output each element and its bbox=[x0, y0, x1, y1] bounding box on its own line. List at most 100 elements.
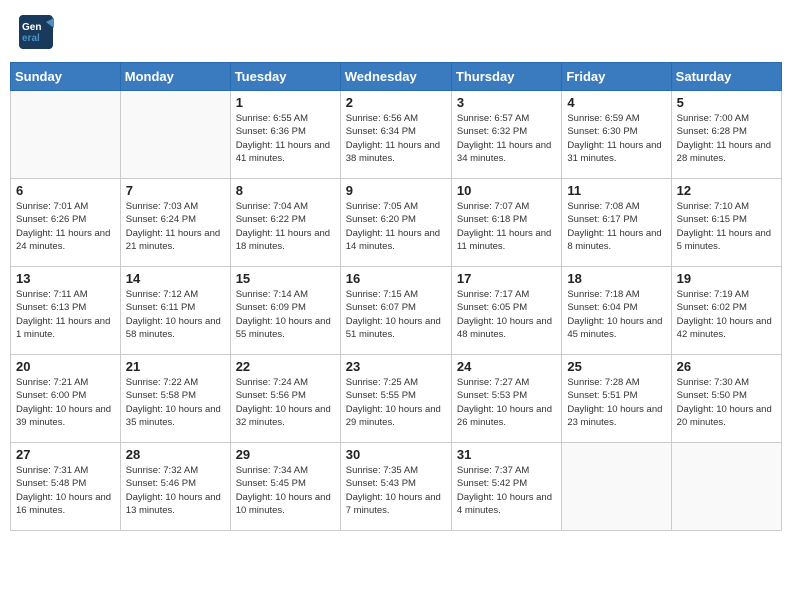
calendar-cell: 1 Sunrise: 6:55 AM Sunset: 6:36 PM Daylig… bbox=[230, 91, 340, 179]
day-number: 25 bbox=[567, 359, 665, 374]
calendar-table: SundayMondayTuesdayWednesdayThursdayFrid… bbox=[10, 62, 782, 531]
day-info: Sunrise: 7:28 AM Sunset: 5:51 PM Dayligh… bbox=[567, 376, 665, 429]
calendar-cell: 18 Sunrise: 7:18 AM Sunset: 6:04 PM Dayli… bbox=[562, 267, 671, 355]
svg-text:eral: eral bbox=[22, 33, 40, 44]
logo-icon: Gen eral bbox=[18, 14, 54, 50]
day-info: Sunrise: 7:01 AM Sunset: 6:26 PM Dayligh… bbox=[16, 200, 115, 253]
calendar-cell: 23Sunrise: 7:25 AM Sunset: 5:55 PM Dayli… bbox=[340, 355, 451, 443]
day-of-week-header: Tuesday bbox=[230, 63, 340, 91]
calendar-cell: 2Sunrise: 6:56 AM Sunset: 6:34 PM Daylig… bbox=[340, 91, 451, 179]
calendar-cell: 6Sunrise: 7:01 AM Sunset: 6:26 PM Daylig… bbox=[11, 179, 121, 267]
calendar-cell: 16 Sunrise: 7:15 AM Sunset: 6:07 PM Dayli… bbox=[340, 267, 451, 355]
day-number: 15 bbox=[236, 271, 335, 286]
day-number: 27 bbox=[16, 447, 115, 462]
day-number: 24 bbox=[457, 359, 556, 374]
day-number: 1 bbox=[236, 95, 335, 110]
calendar-week-row: 6Sunrise: 7:01 AM Sunset: 6:26 PM Daylig… bbox=[11, 179, 782, 267]
calendar-cell: 14 Sunrise: 7:12 AM Sunset: 6:11 PM Dayli… bbox=[120, 267, 230, 355]
calendar-week-row: 20 Sunrise: 7:21 AM Sunset: 6:00 PM Dayli… bbox=[11, 355, 782, 443]
calendar-cell: 13 Sunrise: 7:11 AM Sunset: 6:13 PM Dayli… bbox=[11, 267, 121, 355]
day-info: Sunrise: 7:15 AM Sunset: 6:07 PM Dayligh… bbox=[346, 288, 446, 341]
day-of-week-header: Saturday bbox=[671, 63, 781, 91]
day-number: 26 bbox=[677, 359, 776, 374]
day-number: 14 bbox=[126, 271, 225, 286]
day-info: Sunrise: 7:03 AM Sunset: 6:24 PM Dayligh… bbox=[126, 200, 225, 253]
day-number: 28 bbox=[126, 447, 225, 462]
day-number: 4 bbox=[567, 95, 665, 110]
day-info: Sunrise: 7:04 AM Sunset: 6:22 PM Dayligh… bbox=[236, 200, 335, 253]
calendar-week-row: 27 Sunrise: 7:31 AM Sunset: 5:48 PM Dayli… bbox=[11, 443, 782, 531]
day-number: 23 bbox=[346, 359, 446, 374]
day-number: 29 bbox=[236, 447, 335, 462]
calendar-week-row: 1 Sunrise: 6:55 AM Sunset: 6:36 PM Daylig… bbox=[11, 91, 782, 179]
calendar-cell: 8 Sunrise: 7:04 AM Sunset: 6:22 PM Daylig… bbox=[230, 179, 340, 267]
calendar-cell: 27 Sunrise: 7:31 AM Sunset: 5:48 PM Dayli… bbox=[11, 443, 121, 531]
day-info: Sunrise: 7:21 AM Sunset: 6:00 PM Dayligh… bbox=[16, 376, 115, 429]
page-header: Gen eral bbox=[10, 10, 782, 54]
day-number: 7 bbox=[126, 183, 225, 198]
day-info: Sunrise: 7:18 AM Sunset: 6:04 PM Dayligh… bbox=[567, 288, 665, 341]
day-info: Sunrise: 7:35 AM Sunset: 5:43 PM Dayligh… bbox=[346, 464, 446, 517]
day-info: Sunrise: 6:59 AM Sunset: 6:30 PM Dayligh… bbox=[567, 112, 665, 165]
svg-text:Gen: Gen bbox=[22, 22, 41, 33]
day-number: 17 bbox=[457, 271, 556, 286]
day-number: 5 bbox=[677, 95, 776, 110]
calendar-cell: 29Sunrise: 7:34 AM Sunset: 5:45 PM Dayli… bbox=[230, 443, 340, 531]
calendar-cell: 11 Sunrise: 7:08 AM Sunset: 6:17 PM Dayli… bbox=[562, 179, 671, 267]
calendar-cell: 4 Sunrise: 6:59 AM Sunset: 6:30 PM Daylig… bbox=[562, 91, 671, 179]
calendar-cell bbox=[120, 91, 230, 179]
calendar-cell: 10 Sunrise: 7:07 AM Sunset: 6:18 PM Dayli… bbox=[451, 179, 561, 267]
day-info: Sunrise: 7:11 AM Sunset: 6:13 PM Dayligh… bbox=[16, 288, 115, 341]
day-info: Sunrise: 7:37 AM Sunset: 5:42 PM Dayligh… bbox=[457, 464, 556, 517]
day-number: 8 bbox=[236, 183, 335, 198]
day-number: 18 bbox=[567, 271, 665, 286]
day-info: Sunrise: 7:12 AM Sunset: 6:11 PM Dayligh… bbox=[126, 288, 225, 341]
day-of-week-header: Friday bbox=[562, 63, 671, 91]
calendar-cell bbox=[11, 91, 121, 179]
calendar-header-row: SundayMondayTuesdayWednesdayThursdayFrid… bbox=[11, 63, 782, 91]
day-number: 11 bbox=[567, 183, 665, 198]
calendar-cell: 15 Sunrise: 7:14 AM Sunset: 6:09 PM Dayli… bbox=[230, 267, 340, 355]
calendar-cell: 5 Sunrise: 7:00 AM Sunset: 6:28 PM Daylig… bbox=[671, 91, 781, 179]
day-info: Sunrise: 7:32 AM Sunset: 5:46 PM Dayligh… bbox=[126, 464, 225, 517]
day-info: Sunrise: 6:55 AM Sunset: 6:36 PM Dayligh… bbox=[236, 112, 335, 165]
day-info: Sunrise: 7:10 AM Sunset: 6:15 PM Dayligh… bbox=[677, 200, 776, 253]
day-number: 20 bbox=[16, 359, 115, 374]
calendar-cell: 21Sunrise: 7:22 AM Sunset: 5:58 PM Dayli… bbox=[120, 355, 230, 443]
calendar-cell: 12 Sunrise: 7:10 AM Sunset: 6:15 PM Dayli… bbox=[671, 179, 781, 267]
day-number: 30 bbox=[346, 447, 446, 462]
calendar-cell: 7 Sunrise: 7:03 AM Sunset: 6:24 PM Daylig… bbox=[120, 179, 230, 267]
day-number: 3 bbox=[457, 95, 556, 110]
calendar-cell: 3 Sunrise: 6:57 AM Sunset: 6:32 PM Daylig… bbox=[451, 91, 561, 179]
day-number: 9 bbox=[346, 183, 446, 198]
day-info: Sunrise: 7:00 AM Sunset: 6:28 PM Dayligh… bbox=[677, 112, 776, 165]
calendar-cell bbox=[562, 443, 671, 531]
day-info: Sunrise: 7:30 AM Sunset: 5:50 PM Dayligh… bbox=[677, 376, 776, 429]
calendar-cell bbox=[671, 443, 781, 531]
day-number: 22 bbox=[236, 359, 335, 374]
day-number: 16 bbox=[346, 271, 446, 286]
calendar-week-row: 13 Sunrise: 7:11 AM Sunset: 6:13 PM Dayli… bbox=[11, 267, 782, 355]
day-info: Sunrise: 6:57 AM Sunset: 6:32 PM Dayligh… bbox=[457, 112, 556, 165]
day-info: Sunrise: 7:05 AM Sunset: 6:20 PM Dayligh… bbox=[346, 200, 446, 253]
calendar-cell: 19 Sunrise: 7:19 AM Sunset: 6:02 PM Dayli… bbox=[671, 267, 781, 355]
day-number: 31 bbox=[457, 447, 556, 462]
day-info: Sunrise: 7:14 AM Sunset: 6:09 PM Dayligh… bbox=[236, 288, 335, 341]
calendar-cell: 24 Sunrise: 7:27 AM Sunset: 5:53 PM Dayli… bbox=[451, 355, 561, 443]
day-info: Sunrise: 7:19 AM Sunset: 6:02 PM Dayligh… bbox=[677, 288, 776, 341]
day-info: Sunrise: 7:31 AM Sunset: 5:48 PM Dayligh… bbox=[16, 464, 115, 517]
day-number: 12 bbox=[677, 183, 776, 198]
day-info: Sunrise: 7:08 AM Sunset: 6:17 PM Dayligh… bbox=[567, 200, 665, 253]
day-of-week-header: Monday bbox=[120, 63, 230, 91]
calendar-cell: 26 Sunrise: 7:30 AM Sunset: 5:50 PM Dayli… bbox=[671, 355, 781, 443]
day-number: 10 bbox=[457, 183, 556, 198]
day-number: 13 bbox=[16, 271, 115, 286]
day-info: Sunrise: 7:27 AM Sunset: 5:53 PM Dayligh… bbox=[457, 376, 556, 429]
logo: Gen eral bbox=[18, 14, 56, 50]
day-number: 19 bbox=[677, 271, 776, 286]
day-info: Sunrise: 7:22 AM Sunset: 5:58 PM Dayligh… bbox=[126, 376, 225, 429]
calendar-cell: 25 Sunrise: 7:28 AM Sunset: 5:51 PM Dayli… bbox=[562, 355, 671, 443]
day-of-week-header: Thursday bbox=[451, 63, 561, 91]
calendar-cell: 31 Sunrise: 7:37 AM Sunset: 5:42 PM Dayli… bbox=[451, 443, 561, 531]
day-info: Sunrise: 7:07 AM Sunset: 6:18 PM Dayligh… bbox=[457, 200, 556, 253]
